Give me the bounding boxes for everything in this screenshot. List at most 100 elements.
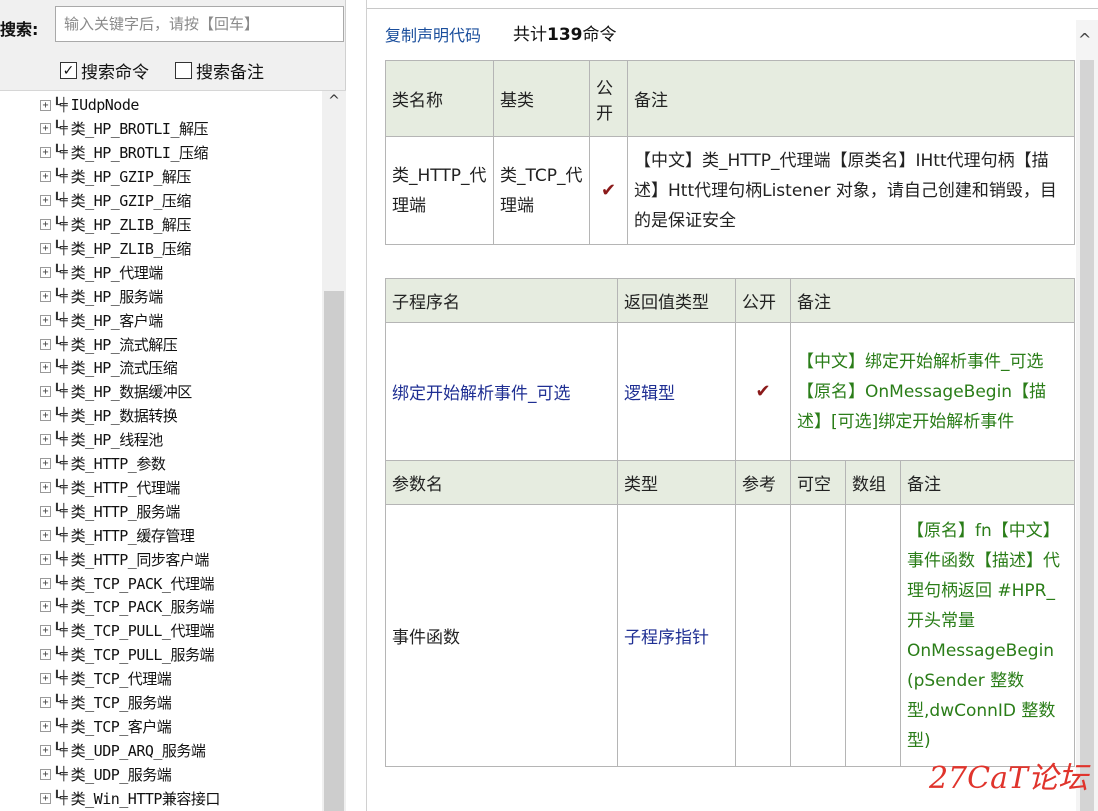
class-node-icon: ┖╪ <box>53 742 68 758</box>
expand-plus-icon[interactable]: + <box>40 744 51 756</box>
class-node-icon: ┖╪ <box>53 456 68 471</box>
tree-scrollbar[interactable]: ^ <box>322 91 346 811</box>
expand-plus-icon[interactable]: + <box>40 386 51 398</box>
tree-item[interactable]: + ┖╪ 类_HTTP_服务端 <box>40 499 180 523</box>
class-node-icon: ┖╪ <box>53 217 68 232</box>
tree-item[interactable]: + ┖╪ 类_UDP_ARQ_服务端 <box>40 738 206 762</box>
param-row: 事件函数 子程序指针 【原名】fn【中文】事件函数【描述】代理句柄返回 #HPR… <box>385 504 1075 767</box>
tree-item-label: 类_HP_数据转换 <box>70 407 178 426</box>
tree-item[interactable]: + ┖╪ 类_HTTP_缓存管理 <box>40 523 195 547</box>
subroutine-name-cell[interactable]: 绑定开始解析事件_可选 <box>385 322 618 461</box>
expand-plus-icon[interactable]: + <box>40 625 51 637</box>
tree-item[interactable]: + ┖╪ 类_HTTP_参数 <box>40 452 166 476</box>
tree-item[interactable]: + ┖╪ 类_TCP_PULL_服务端 <box>40 643 214 667</box>
tree-item[interactable]: + ┖╪ IUdpNode <box>40 93 139 117</box>
class-node-icon: ┖╪ <box>53 97 68 113</box>
expand-plus-icon[interactable]: + <box>40 219 51 230</box>
tree-item[interactable]: + ┖╪ 类_HP_ZLIB_压缩 <box>40 236 191 260</box>
scroll-up-arrow-icon[interactable]: ^ <box>322 93 346 113</box>
tree-item[interactable]: + ┖╪ 类_HTTP_代理端 <box>40 475 180 499</box>
tree-scroll-thumb[interactable] <box>324 291 344 811</box>
tree-item[interactable]: + ┖╪ 类_HP_客户端 <box>40 308 163 332</box>
col-note: 备注 <box>790 278 1075 323</box>
content-scroll-thumb[interactable] <box>1080 60 1094 811</box>
expand-plus-icon[interactable]: + <box>40 362 51 374</box>
tree-item[interactable]: + ┖╪ 类_TCP_PULL_代理端 <box>40 619 214 643</box>
expand-plus-icon[interactable]: + <box>40 338 51 350</box>
expand-plus-icon[interactable]: + <box>40 481 51 493</box>
expand-plus-icon[interactable]: + <box>40 434 51 446</box>
return-type-cell[interactable]: 逻辑型 <box>617 322 736 461</box>
class-node-icon: ┖╪ <box>53 432 68 448</box>
class-node-icon: ┖╪ <box>53 647 68 663</box>
checkbox-checked-icon[interactable]: ✓ <box>60 62 77 79</box>
tree-item-label: 类_TCP_PACK_代理端 <box>70 574 215 593</box>
expand-plus-icon[interactable]: + <box>40 458 51 469</box>
tree-item-label: 类_HP_线程池 <box>70 431 164 450</box>
tree-item[interactable]: + ┖╪ 类_UDP_服务端 <box>40 762 172 786</box>
tree-item[interactable]: + ┖╪ 类_HP_BROTLI_解压 <box>40 117 209 141</box>
expand-plus-icon[interactable]: + <box>40 171 51 183</box>
tree-item[interactable]: + ┖╪ 类_TCP_代理端 <box>40 667 172 691</box>
expand-plus-icon[interactable]: + <box>40 649 51 661</box>
tree-item[interactable]: + ┖╪ 类_TCP_服务端 <box>40 691 172 715</box>
tree-item[interactable]: + ┖╪ 类_HP_服务端 <box>40 284 163 308</box>
expand-plus-icon[interactable]: + <box>40 577 51 589</box>
expand-plus-icon[interactable]: + <box>40 410 51 422</box>
expand-plus-icon[interactable]: + <box>40 720 51 732</box>
tree-item[interactable]: + ┖╪ 类_HTTP_同步客户端 <box>40 547 209 571</box>
expand-plus-icon[interactable]: + <box>40 529 51 541</box>
expand-plus-icon[interactable]: + <box>40 195 51 207</box>
tree-item[interactable]: + ┖╪ 类_HP_流式压缩 <box>40 356 178 380</box>
public-check-icon: ✔ <box>735 322 791 461</box>
class-table-row: 类_HTTP_代理端 类_TCP_代理端 ✔ 【中文】类_HTTP_代理端【原类… <box>385 136 1075 245</box>
tree-item[interactable]: + ┖╪ 类_TCP_PACK_服务端 <box>40 595 214 619</box>
expand-plus-icon[interactable]: + <box>40 601 51 613</box>
tree-item[interactable]: + ┖╪ 类_TCP_PACK_代理端 <box>40 571 214 595</box>
subroutine-note-cell: 【中文】绑定开始解析事件_可选【原名】OnMessageBegin【描述】[可选… <box>790 322 1075 461</box>
search-commands-checkbox[interactable]: ✓ 搜索命令 <box>60 58 149 83</box>
checkbox-unchecked-icon[interactable] <box>175 62 192 79</box>
search-notes-checkbox[interactable]: 搜索备注 <box>175 58 264 83</box>
col-public: 公开 <box>589 60 628 137</box>
tree-item[interactable]: + ┖╪ 类_HP_BROTLI_压缩 <box>40 141 209 165</box>
tree-item[interactable]: + ┖╪ 类_HP_数据转换 <box>40 404 178 428</box>
class-tree[interactable]: + ┖╪ IUdpNode + ┖╪ 类_HP_BROTLI_解压 + ┖╪ 类_HP_BROT… <box>0 90 346 811</box>
search-input[interactable] <box>55 6 344 42</box>
param-type-cell[interactable]: 子程序指针 <box>617 504 736 767</box>
expand-plus-icon[interactable]: + <box>40 505 51 517</box>
tree-item[interactable]: + ┖╪ 类_HP_流式解压 <box>40 332 178 356</box>
tree-item[interactable]: + ┖╪ 类_HP_线程池 <box>40 428 163 452</box>
content-scrollbar[interactable]: ^ <box>1076 20 1098 811</box>
expand-plus-icon[interactable]: + <box>40 123 51 135</box>
expand-plus-icon[interactable]: + <box>40 792 51 804</box>
copy-declaration-link[interactable]: 复制声明代码 <box>385 22 481 46</box>
expand-plus-icon[interactable]: + <box>40 290 51 302</box>
expand-plus-icon[interactable]: + <box>40 697 51 708</box>
tree-item[interactable]: + ┖╪ 类_HP_ZLIB_解压 <box>40 213 191 237</box>
tree-item[interactable]: + ┖╪ 类_TCP_客户端 <box>40 714 172 738</box>
tree-item[interactable]: + ┖╪ 类_HP_GZIP_压缩 <box>40 189 191 213</box>
expand-plus-icon[interactable]: + <box>40 99 51 111</box>
expand-plus-icon[interactable]: + <box>40 768 51 780</box>
tree-item-label: 类_TCP_PULL_服务端 <box>70 646 215 665</box>
class-node-icon: ┖╪ <box>53 240 68 256</box>
tree-item[interactable]: + ┖╪ 类_HP_数据缓冲区 <box>40 380 192 404</box>
tree-item[interactable]: + ┖╪ 类_Win_HTTP兼容接口 <box>40 786 220 810</box>
col-note: 备注 <box>627 60 1075 137</box>
expand-plus-icon[interactable]: + <box>40 314 51 326</box>
class-node-icon: ┖╪ <box>53 527 68 543</box>
expand-plus-icon[interactable]: + <box>40 147 51 159</box>
class-info-table: 类名称 基类 公开 备注 类_HTTP_代理端 类_TCP_代理端 ✔ 【中文】… <box>385 60 1075 245</box>
param-name-cell: 事件函数 <box>385 504 618 767</box>
expand-plus-icon[interactable]: + <box>40 242 51 254</box>
public-check-icon: ✔ <box>589 136 628 245</box>
expand-plus-icon[interactable]: + <box>40 673 51 685</box>
tree-item[interactable]: + ┖╪ 类_HP_GZIP_解压 <box>40 165 191 189</box>
class-node-icon: ┖╪ <box>53 264 68 280</box>
class-node-icon: ┖╪ <box>53 623 68 639</box>
expand-plus-icon[interactable]: + <box>40 553 51 565</box>
scroll-up-arrow-icon[interactable]: ^ <box>1078 30 1091 49</box>
tree-item[interactable]: + ┖╪ 类_HP_代理端 <box>40 260 163 284</box>
expand-plus-icon[interactable]: + <box>40 266 51 278</box>
